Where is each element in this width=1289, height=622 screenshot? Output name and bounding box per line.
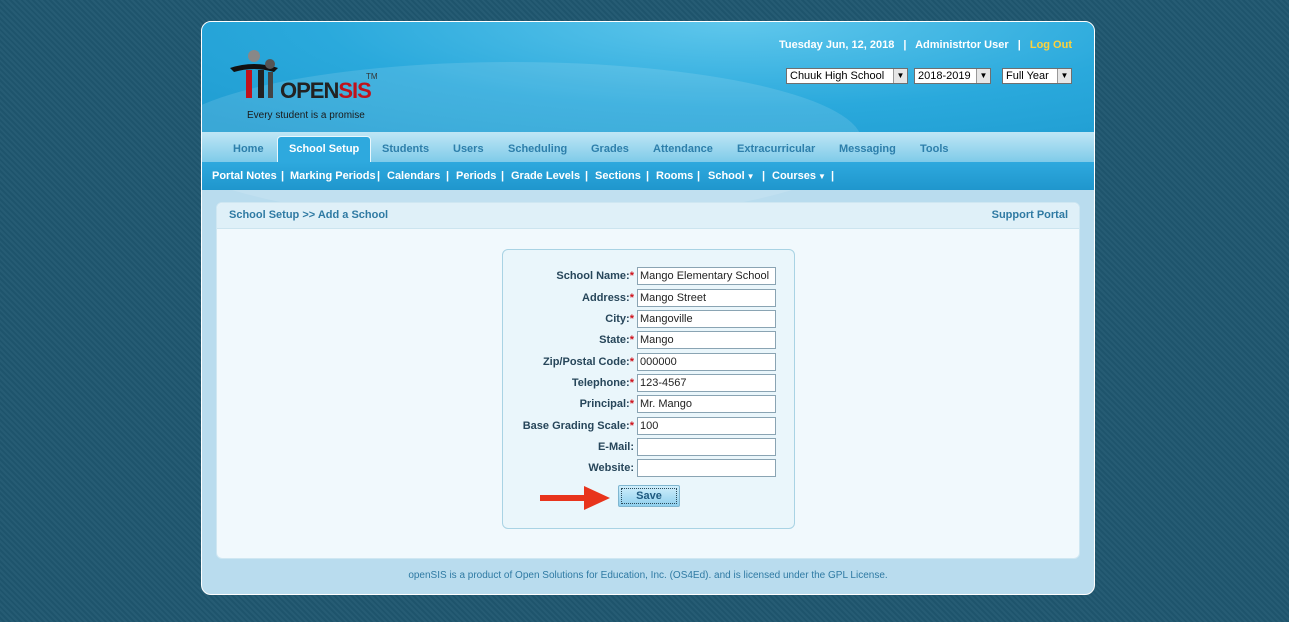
form-row-school-name: School Name:*: [503, 267, 796, 285]
separator: |: [1017, 39, 1021, 51]
dropdown-arrow-icon: ▼: [818, 172, 826, 181]
field-label: Website:: [588, 462, 634, 474]
form-row-city: City:*: [503, 310, 796, 328]
dropdown-arrow-icon: ▼: [976, 69, 990, 83]
required-marker: *: [629, 398, 634, 410]
field-label: Base Grading Scale:: [522, 420, 630, 432]
separator: |: [762, 170, 766, 182]
app-window: OPENSIS TM Every student is a promise Tu…: [201, 21, 1095, 595]
base-grading-scale-input[interactable]: [637, 417, 776, 435]
separator: |: [281, 170, 285, 182]
required-marker: *: [629, 313, 634, 325]
form-row-state: State:*: [503, 331, 796, 349]
breadcrumb: School Setup >> Add a School: [229, 209, 389, 221]
dropdown-arrow-icon: ▼: [746, 172, 755, 181]
nav-users[interactable]: Users: [453, 143, 484, 155]
form-row-website: Website:: [503, 459, 796, 477]
field-label: Principal:: [579, 398, 630, 410]
zip-code-input[interactable]: [637, 353, 776, 371]
opensis-logo[interactable]: OPENSIS TM Every student is a promise: [226, 48, 386, 128]
city-input[interactable]: [637, 310, 776, 328]
subnav-calendars[interactable]: Calendars: [387, 170, 440, 182]
separator: |: [377, 170, 381, 182]
nav-attendance[interactable]: Attendance: [653, 143, 713, 155]
subnav-school[interactable]: School ▼: [708, 170, 755, 182]
form-row-address: Address:*: [503, 289, 796, 307]
separator: |: [585, 170, 589, 182]
nav-scheduling[interactable]: Scheduling: [508, 143, 567, 155]
year-select[interactable]: 2018-2019 ▼: [914, 68, 991, 84]
support-portal-link[interactable]: Support Portal: [992, 209, 1068, 221]
form-row-grading-scale: Base Grading Scale:*: [503, 417, 796, 435]
subnav-portal-notes[interactable]: Portal Notes: [212, 170, 277, 182]
logo-trademark: TM: [366, 72, 378, 81]
form-row-telephone: Telephone:*: [503, 374, 796, 392]
field-label: E-Mail:: [597, 441, 634, 453]
subnav-rooms[interactable]: Rooms: [656, 170, 693, 182]
add-school-form: School Name:* Address:* City:* State:* Z…: [502, 249, 795, 529]
required-marker: *: [629, 420, 634, 432]
website-input[interactable]: [637, 459, 776, 477]
nav-school-setup[interactable]: School Setup: [277, 136, 372, 162]
school-name-input[interactable]: [637, 267, 776, 285]
subnav-grade-levels[interactable]: Grade Levels: [511, 170, 580, 182]
current-date: Tuesday Jun, 12, 2018: [778, 39, 895, 51]
sub-nav: Portal Notes | Marking Periods | Calenda…: [202, 162, 1094, 190]
nav-messaging[interactable]: Messaging: [839, 143, 896, 155]
top-info-bar: Tuesday Jun, 12, 2018 | Administrtor Use…: [779, 39, 1072, 51]
subnav-marking-periods[interactable]: Marking Periods: [290, 170, 376, 182]
form-row-zip: Zip/Postal Code:*: [503, 353, 796, 371]
field-label: School Name:: [556, 270, 630, 282]
required-marker: *: [629, 334, 634, 346]
field-label: Zip/Postal Code:: [542, 356, 630, 368]
dropdown-arrow-icon: ▼: [893, 69, 907, 83]
separator: |: [903, 39, 907, 51]
field-label: Address:: [582, 292, 630, 304]
red-arrow-icon: [540, 486, 610, 510]
subnav-periods[interactable]: Periods: [456, 170, 496, 182]
nav-students[interactable]: Students: [382, 143, 429, 155]
logo-wordmark: OPENSIS: [280, 78, 372, 103]
telephone-input[interactable]: [637, 374, 776, 392]
footer-license-text: openSIS is a product of Open Solutions f…: [408, 570, 888, 581]
subnav-sections[interactable]: Sections: [595, 170, 641, 182]
form-row-email: E-Mail:: [503, 438, 796, 456]
email-input[interactable]: [637, 438, 776, 456]
field-label: State:: [599, 334, 630, 346]
header: OPENSIS TM Every student is a promise Tu…: [202, 22, 1094, 222]
separator: |: [646, 170, 650, 182]
nav-grades[interactable]: Grades: [591, 143, 629, 155]
form-row-principal: Principal:*: [503, 395, 796, 413]
address-input[interactable]: [637, 289, 776, 307]
save-button[interactable]: Save: [618, 485, 680, 507]
content-panel: School Setup >> Add a School Support Por…: [216, 202, 1080, 559]
nav-home[interactable]: Home: [233, 143, 264, 155]
main-nav: Home School Setup Students Users Schedul…: [202, 132, 1094, 162]
panel-header: School Setup >> Add a School Support Por…: [217, 203, 1079, 229]
state-input[interactable]: [637, 331, 776, 349]
required-marker: *: [629, 377, 634, 389]
separator: |: [446, 170, 450, 182]
logo-figure-icon: [230, 50, 278, 98]
school-select[interactable]: Chuuk High School ▼: [786, 68, 908, 84]
separator: |: [831, 170, 835, 182]
logout-link[interactable]: Log Out: [1030, 39, 1072, 51]
required-marker: *: [629, 356, 634, 368]
logo-tagline: Every student is a promise: [247, 110, 365, 121]
required-marker: *: [629, 270, 634, 282]
current-user: Administrtor User: [915, 39, 1009, 51]
dropdown-arrow-icon: ▼: [1057, 69, 1071, 83]
field-label: Telephone:: [571, 377, 630, 389]
principal-input[interactable]: [637, 395, 776, 413]
required-marker: *: [629, 292, 634, 304]
field-label: City:: [605, 313, 630, 325]
nav-extracurricular[interactable]: Extracurricular: [737, 143, 815, 155]
separator: |: [697, 170, 701, 182]
subnav-courses[interactable]: Courses ▼: [772, 170, 826, 182]
separator: |: [501, 170, 505, 182]
term-select[interactable]: Full Year ▼: [1002, 68, 1072, 84]
nav-tools[interactable]: Tools: [920, 143, 949, 155]
